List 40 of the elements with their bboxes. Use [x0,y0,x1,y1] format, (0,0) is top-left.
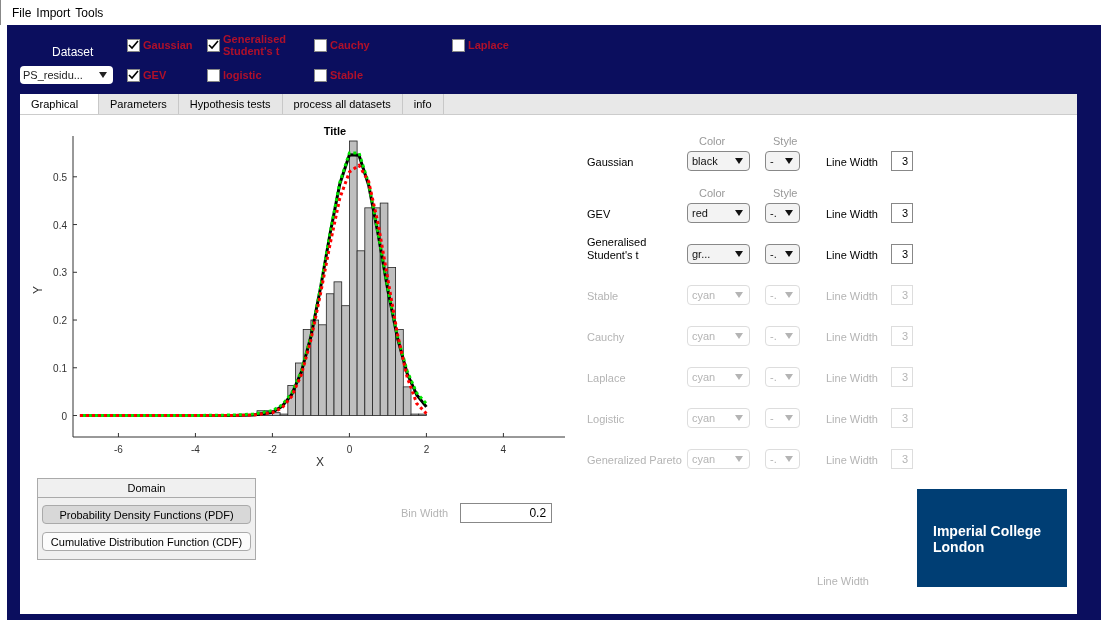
row-label: Generalised Student's t [587,235,648,263]
row-label: Laplace [587,371,627,386]
field-label: Line Width [826,156,879,170]
tick-label: 0 [346,444,353,455]
tick-label: 0.4 [53,219,67,231]
tick-label: 2 [423,444,430,455]
tick-label: -6 [113,444,123,455]
field-label: Line Width [826,413,879,427]
dataset-label: Dataset [52,45,94,59]
row-label: Generalized Pareto [587,453,683,468]
field-label: Bin Width [401,507,449,519]
tick-label: 4 [500,444,507,455]
tick-label: 0.1 [53,362,67,374]
field-label: Line Width [826,372,879,386]
axis-label: Y [31,286,45,294]
tick-label: 0.5 [53,171,67,183]
field-label: Line Width [826,290,879,304]
field-label: Line Width [826,454,879,468]
axis-label: X [316,455,324,469]
column-header: Style [772,135,799,147]
field-label: Line Width [826,249,879,263]
tick-label: -4 [190,444,200,455]
row-label: Cauchy [587,330,626,345]
logo: Imperial College London [917,489,1067,587]
column-header: Color [698,187,727,199]
field-label: Line Width [826,208,879,222]
tick-label: 0 [61,410,67,422]
column-header: Style [772,187,799,199]
column-header: Color [698,135,727,147]
row-label: GEV [587,207,612,222]
chart-title: Title [323,125,347,137]
row-label: Gaussian [587,155,635,170]
tick-label: -2 [267,444,277,455]
field-label: Line Width [817,575,869,587]
row-label: Logistic [587,412,626,427]
field-label: Line Width [826,331,879,345]
panel-title: Domain [38,479,255,498]
tick-label: 0.3 [53,267,67,279]
row-label: Stable [587,289,620,304]
tick-label: 0.2 [53,315,67,327]
